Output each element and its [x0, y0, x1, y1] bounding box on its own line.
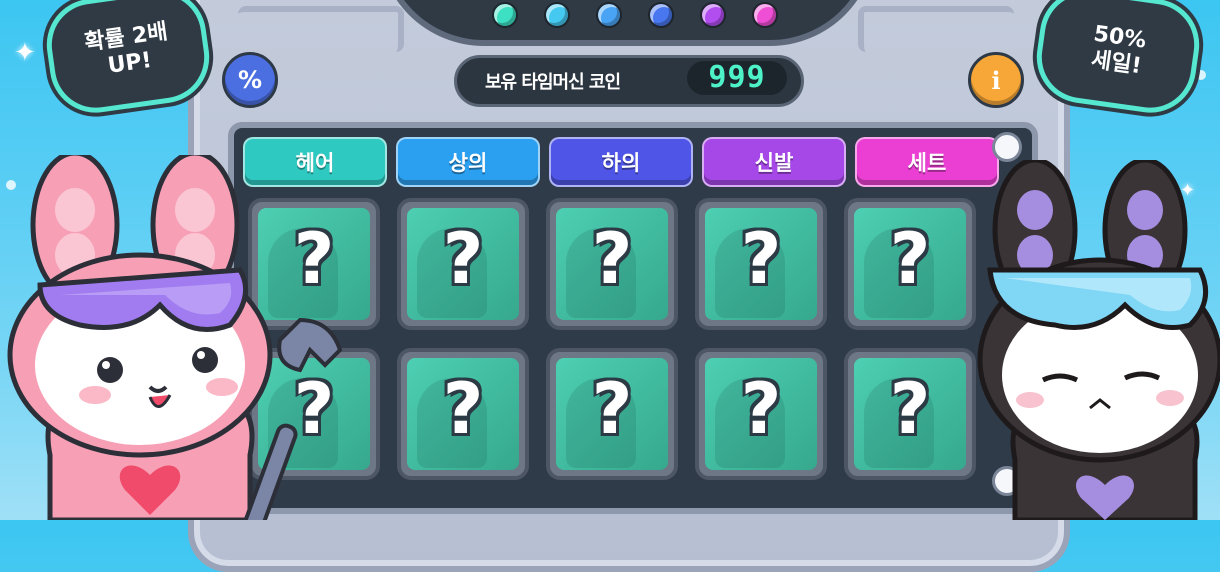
coin-label: 보유 타임머신 코인: [485, 72, 621, 93]
tab-category[interactable]: 상의: [396, 137, 540, 187]
question-mark-icon: ?: [591, 368, 633, 450]
info-button[interactable]: i: [968, 52, 1024, 108]
circuit-decoration: [858, 6, 1014, 52]
indicator-light: [596, 2, 622, 28]
indicator-light: [544, 2, 570, 28]
card-face: ?: [705, 208, 817, 320]
probability-button[interactable]: %: [222, 52, 278, 108]
card-face: ?: [854, 358, 966, 470]
indicator-light: [700, 2, 726, 28]
mystery-item-card[interactable]: ?: [844, 348, 976, 480]
question-mark-icon: ?: [740, 218, 782, 300]
dark-bunny-mascot: [977, 160, 1220, 520]
indicator-light: [648, 2, 674, 28]
mystery-item-card[interactable]: ?: [546, 198, 678, 330]
indicator-light: [492, 2, 518, 28]
question-mark-icon: ?: [740, 368, 782, 450]
indicator-lights: [492, 2, 778, 28]
mystery-item-card[interactable]: ?: [844, 198, 976, 330]
card-face: ?: [407, 358, 519, 470]
card-face: ?: [705, 358, 817, 470]
mystery-item-card[interactable]: ?: [397, 198, 529, 330]
mystery-item-card[interactable]: ?: [695, 348, 827, 480]
pink-bunny-mascot: [7, 155, 343, 520]
info-icon: i: [991, 65, 1001, 95]
tab-category[interactable]: 하의: [549, 137, 693, 187]
percent-icon: %: [237, 66, 263, 94]
question-mark-icon: ?: [591, 218, 633, 300]
question-mark-icon: ?: [442, 368, 484, 450]
card-face: ?: [407, 208, 519, 320]
card-face: ?: [556, 208, 668, 320]
question-mark-icon: ?: [889, 368, 931, 450]
mystery-item-card[interactable]: ?: [397, 348, 529, 480]
circuit-decoration: [238, 6, 404, 52]
sparkle-icon: ✦: [14, 38, 36, 68]
question-mark-icon: ?: [889, 218, 931, 300]
coin-balance-bar: 보유 타임머신 코인 999: [454, 55, 804, 107]
indicator-light: [752, 2, 778, 28]
question-mark-icon: ?: [442, 218, 484, 300]
rail-bolt: [992, 132, 1022, 162]
card-face: ?: [556, 358, 668, 470]
tab-category[interactable]: 신발: [702, 137, 846, 187]
mystery-item-card[interactable]: ?: [546, 348, 678, 480]
card-face: ?: [854, 208, 966, 320]
mystery-item-card[interactable]: ?: [695, 198, 827, 330]
sparkle-dot: [1196, 70, 1206, 80]
coin-count: 999: [687, 61, 787, 95]
